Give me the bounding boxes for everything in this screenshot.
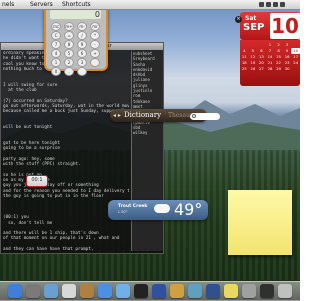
dock-itunes-store-icon[interactable] bbox=[206, 284, 220, 298]
calendar-day-cell: 25 bbox=[241, 66, 247, 71]
weather-temperature: 49° bbox=[174, 200, 203, 219]
calculator-key[interactable]: 0 bbox=[51, 67, 61, 76]
dictionary-nav-arrows[interactable]: ◂ ▸ bbox=[113, 110, 121, 121]
calendar-day: Sat bbox=[245, 15, 257, 22]
battery-icon[interactable] bbox=[273, 2, 278, 7]
dock-mail-icon[interactable] bbox=[44, 284, 58, 298]
calendar-grid: 1 2 3 4 5 6 7 8 9 10 11 12 13 14 15 16 17 18 19 20 21 22 23 24 2… bbox=[240, 40, 300, 86]
weather-low: L 50° bbox=[118, 210, 128, 214]
cloud-icon bbox=[154, 204, 170, 213]
calculator-key[interactable]: 7 bbox=[51, 40, 61, 49]
sticky-note-widget[interactable] bbox=[228, 190, 292, 255]
mini-widget[interactable]: 00:1 bbox=[26, 175, 48, 187]
volume-icon[interactable] bbox=[259, 2, 264, 7]
terminal-line: and they can have have that prompt, bbox=[3, 246, 94, 251]
calculator-key[interactable]: 6 bbox=[77, 49, 87, 58]
calculator-display: 0 bbox=[50, 10, 101, 19]
dock-photos-icon[interactable] bbox=[170, 284, 184, 298]
calculator-key[interactable]: mc bbox=[51, 22, 61, 31]
dock bbox=[0, 281, 300, 301]
terminal-line: of that moment on our people in 21 , wha… bbox=[3, 236, 120, 242]
calendar-day-cell bbox=[291, 66, 300, 72]
dock-itunes-icon[interactable] bbox=[116, 284, 130, 298]
calculator-key[interactable]: + bbox=[90, 49, 100, 58]
calculator-widget[interactable]: 0 mc m+ m-mr C = / * 7 8 9- 4 5 6 +1 2 3 0. bbox=[44, 5, 108, 76]
dock-safari-icon[interactable] bbox=[98, 284, 112, 298]
calculator-key[interactable]: 1 bbox=[51, 58, 61, 67]
wifi-icon[interactable] bbox=[266, 2, 271, 7]
calendar-day-cell: 26 bbox=[250, 66, 256, 71]
buddy-list-item[interactable]: wilkey bbox=[133, 130, 163, 135]
calculator-key[interactable]: 5 bbox=[64, 49, 74, 58]
calendar-month: SEP bbox=[243, 22, 265, 33]
calculator-key[interactable]: 8 bbox=[64, 40, 74, 49]
dock-widget-icon[interactable] bbox=[242, 284, 256, 298]
dock-preview-icon[interactable] bbox=[188, 284, 202, 298]
calendar-day-cell: 28 bbox=[267, 66, 273, 71]
calculator-key[interactable]: m- bbox=[77, 22, 87, 31]
weather-city: Trout Creek bbox=[118, 204, 148, 209]
calculator-key[interactable] bbox=[90, 58, 100, 67]
calculator-key[interactable]: . bbox=[64, 67, 74, 76]
calendar-day-cell: 29 bbox=[276, 66, 281, 71]
dock-finder-icon[interactable] bbox=[8, 284, 22, 298]
menu-servers[interactable]: Servers bbox=[30, 0, 53, 9]
dock-trash-icon[interactable] bbox=[278, 284, 292, 298]
menu-item[interactable]: nels bbox=[2, 0, 14, 9]
calendar-day-cell: 30 bbox=[284, 66, 290, 71]
calculator-key[interactable]: 3 bbox=[77, 58, 87, 67]
calculator-key[interactable]: m+ bbox=[64, 22, 74, 31]
dock-system-prefs-icon[interactable] bbox=[26, 284, 40, 298]
menu-shortcuts[interactable]: Shortcuts bbox=[62, 0, 91, 9]
close-icon[interactable]: × bbox=[235, 16, 242, 23]
calendar-widget[interactable]: Sat SEP 10 1 2 3 4 5 6 7 8 9 10 11 12 13 14 15 16 17 18 19… bbox=[240, 12, 300, 86]
search-icon bbox=[192, 114, 196, 118]
dock-ical-icon[interactable] bbox=[62, 284, 76, 298]
dock-terminal-icon[interactable] bbox=[134, 284, 148, 298]
calculator-key[interactable]: 4 bbox=[51, 49, 61, 58]
calculator-key[interactable]: - bbox=[90, 40, 100, 49]
menu-extras bbox=[258, 0, 298, 9]
dock-stickies-icon[interactable] bbox=[224, 284, 238, 298]
dictionary-search-input[interactable] bbox=[190, 113, 220, 120]
calendar-date: 10 bbox=[270, 13, 300, 39]
menu-bar: nels Servers Shortcuts bbox=[0, 0, 300, 10]
calculator-key[interactable]: 2 bbox=[64, 58, 74, 67]
calculator-key[interactable]: mr bbox=[90, 22, 100, 31]
calculator-key[interactable]: 9 bbox=[77, 40, 87, 49]
calendar-day-cell: 27 bbox=[259, 66, 264, 71]
dock-address-book-icon[interactable] bbox=[80, 284, 94, 298]
calculator-key[interactable]: C bbox=[51, 31, 61, 40]
dictionary-tab[interactable]: Dictionary bbox=[124, 110, 161, 121]
calendar-header: Sat SEP 10 bbox=[240, 12, 300, 40]
weather-widget[interactable]: Trout Creek L 50° 49° bbox=[108, 198, 208, 224]
calculator-key[interactable]: * bbox=[90, 31, 100, 40]
dock-quicktime-icon[interactable] bbox=[152, 284, 166, 298]
dock-dashboard-icon[interactable] bbox=[260, 284, 274, 298]
calculator-key[interactable] bbox=[77, 67, 87, 76]
calculator-key[interactable]: = bbox=[64, 31, 74, 40]
calculator-key[interactable]: / bbox=[77, 31, 87, 40]
spotlight-icon[interactable] bbox=[280, 2, 285, 7]
